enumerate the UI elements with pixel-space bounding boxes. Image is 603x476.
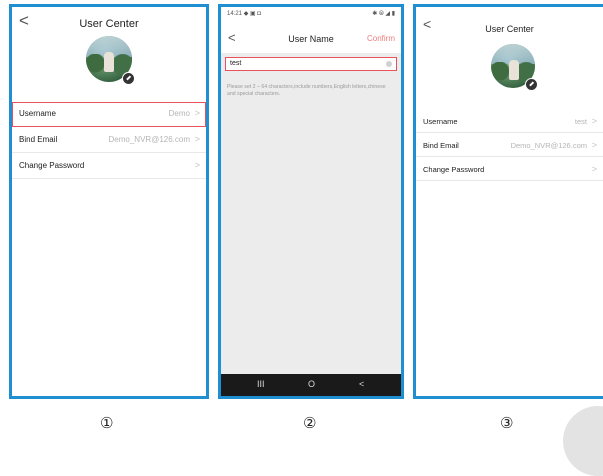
confirm-button[interactable]: Confirm <box>367 34 395 43</box>
username-value: Demo <box>168 109 190 118</box>
change-password-label: Change Password <box>423 165 485 174</box>
back-nav-icon[interactable]: < <box>359 379 364 389</box>
input-hint: Please set 2 – 64 characters,include num… <box>227 84 386 97</box>
change-password-row[interactable]: Change Password > <box>12 154 206 179</box>
change-password-row[interactable]: Change Password > <box>416 158 603 181</box>
content-area <box>221 53 401 374</box>
chevron-right-icon: > <box>194 134 200 144</box>
chevron-right-icon: > <box>591 164 597 174</box>
step-number-2: ② <box>303 415 317 432</box>
screen-2-edit-username: 14:21 ◆ ▣ ◘ ✱ ⦾ ◢ ▮ < User Name Confirm … <box>218 4 404 399</box>
chevron-right-icon: > <box>194 160 200 170</box>
chevron-right-icon: > <box>591 140 597 150</box>
status-icons: ◆ ▣ ◘ <box>243 11 261 17</box>
username-input[interactable]: test <box>225 57 397 71</box>
screen-3-user-center: < User Center Username test > Bind Email… <box>413 4 603 399</box>
change-password-label: Change Password <box>19 161 85 170</box>
chevron-right-icon: > <box>194 108 200 118</box>
home-icon[interactable]: O <box>308 379 315 389</box>
clear-icon[interactable] <box>386 61 392 67</box>
page-title: User Center <box>485 24 534 34</box>
username-label: Username <box>423 117 458 126</box>
page-title: User Center <box>79 18 139 30</box>
bind-email-label: Bind Email <box>423 141 459 150</box>
status-bar: 14:21 ◆ ▣ ◘ ✱ ⦾ ◢ ▮ <box>227 9 395 19</box>
bind-email-value: Demo_NVR@126.com <box>108 135 190 144</box>
edit-avatar-icon[interactable] <box>122 72 135 85</box>
username-input-value: test <box>230 60 242 67</box>
status-right-icons: ✱ ⦾ ◢ ▮ <box>372 11 395 17</box>
username-value: test <box>574 117 587 126</box>
screen-1-user-center: < User Center Username Demo > Bind Email… <box>9 4 209 399</box>
bind-email-row[interactable]: Bind Email Demo_NVR@126.com > <box>12 128 206 153</box>
bind-email-label: Bind Email <box>19 135 58 144</box>
recent-apps-icon[interactable]: III <box>257 379 265 389</box>
edit-avatar-icon[interactable] <box>525 78 538 91</box>
step-number-1: ① <box>100 415 114 432</box>
username-label: Username <box>19 109 56 118</box>
corner-decoration <box>563 406 603 476</box>
status-time: 14:21 ◆ ▣ ◘ <box>227 11 261 17</box>
android-nav-bar: III O < <box>221 374 401 396</box>
username-row[interactable]: Username test > <box>416 110 603 133</box>
bind-email-value: Demo_NVR@126.com <box>510 141 587 150</box>
bind-email-row[interactable]: Bind Email Demo_NVR@126.com > <box>416 134 603 157</box>
step-number-3: ③ <box>500 415 514 432</box>
chevron-right-icon: > <box>591 116 597 126</box>
username-row[interactable]: Username Demo > <box>12 102 206 127</box>
